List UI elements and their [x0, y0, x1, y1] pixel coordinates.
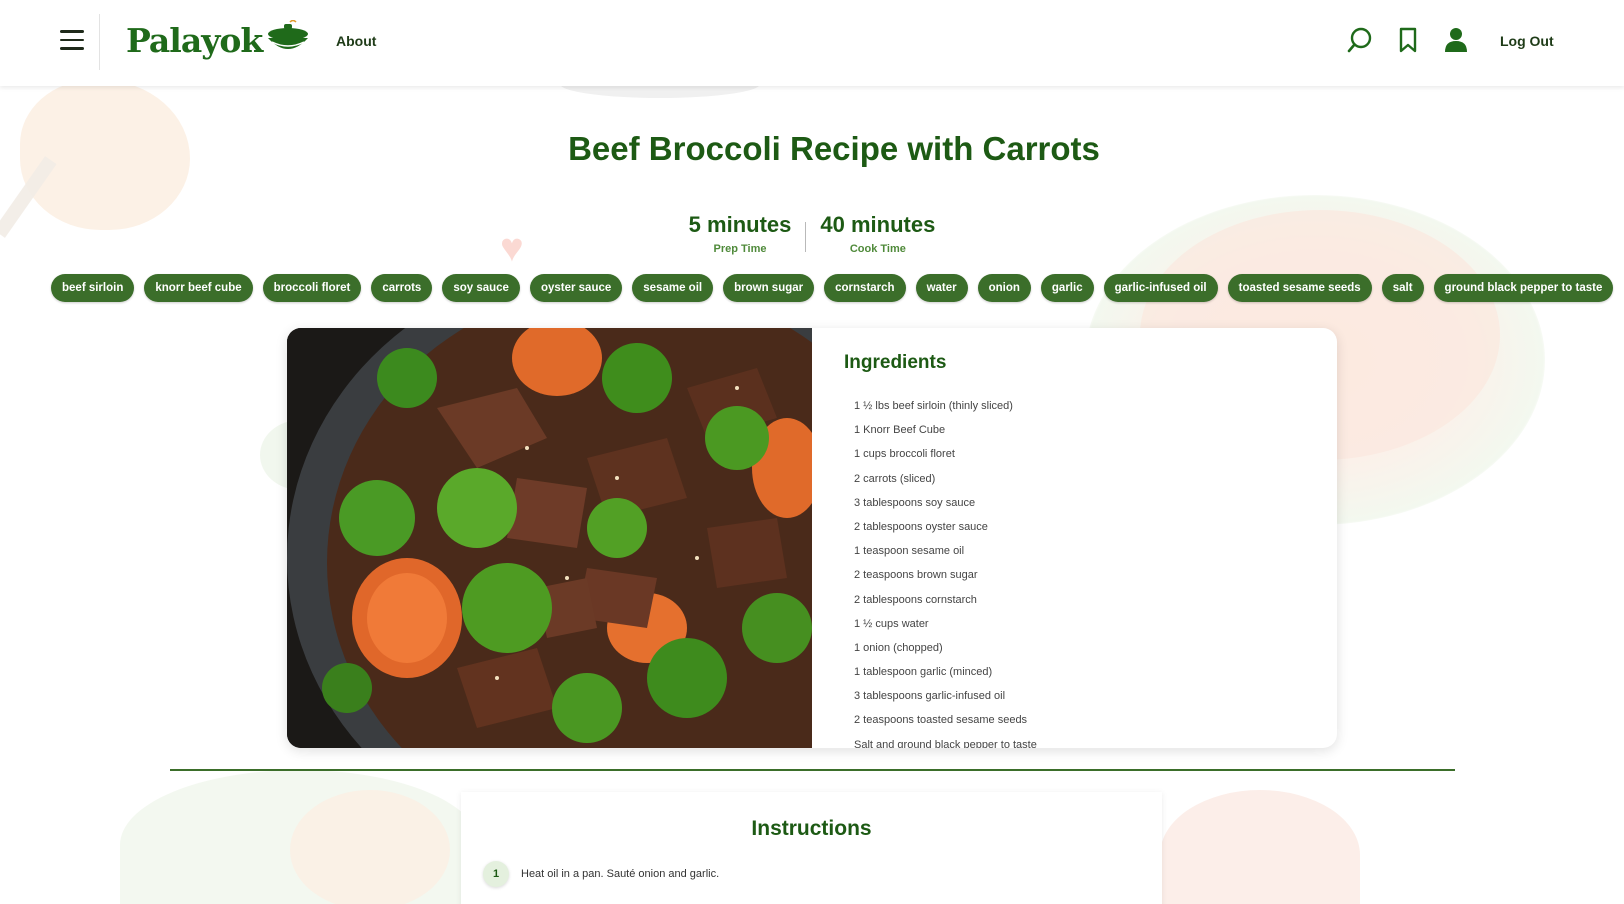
tag-chip[interactable]: sesame oil — [632, 274, 714, 302]
pot-icon — [268, 20, 309, 49]
background-decoration — [1160, 790, 1360, 904]
cook-time: 40 minutes Cook Time — [806, 212, 949, 255]
tag-chip[interactable]: garlic-infused oil — [1103, 274, 1218, 302]
tag-chip[interactable]: oyster sauce — [529, 274, 623, 302]
ingredients-list: 1 ½ lbs beef sirloin (thinly sliced) 1 K… — [844, 394, 1305, 748]
menu-icon[interactable] — [60, 30, 84, 54]
tag-chip[interactable]: carrots — [371, 274, 433, 302]
nav-about-link[interactable]: About — [336, 33, 376, 49]
instructions-title: Instructions — [751, 817, 872, 840]
instruction-step: 1 Heat oil in a pan. Sauté onion and gar… — [483, 861, 1162, 887]
prep-time-value: 5 minutes — [688, 212, 792, 237]
recipe-photo — [287, 328, 812, 748]
tag-chip[interactable]: toasted sesame seeds — [1227, 274, 1372, 302]
header-divider — [99, 14, 100, 70]
ingredient-item: 3 tablespoons soy sauce — [854, 496, 976, 509]
ingredient-item: 1 cups broccoli floret — [854, 448, 955, 461]
step-text: Heat oil in a pan. Sauté onion and garli… — [521, 868, 720, 880]
tag-chip[interactable]: knorr beef cube — [144, 274, 253, 302]
ingredient-tags: beef sirloin knorr beef cube broccoli fl… — [51, 274, 1614, 302]
prep-time-label: Prep Time — [713, 243, 767, 255]
prep-time: 5 minutes Prep Time — [675, 212, 806, 255]
recipe-card: Ingredients 1 ½ lbs beef sirloin (thinly… — [287, 328, 1337, 748]
ingredient-item: 1 tablespoon garlic (minced) — [854, 666, 993, 679]
tag-chip[interactable]: garlic — [1040, 274, 1094, 302]
step-number: 1 — [483, 861, 509, 887]
ingredient-item: 2 teaspoons toasted sesame seeds — [854, 714, 1028, 727]
ingredient-item: 2 tablespoons cornstarch — [854, 593, 977, 606]
ingredients-panel: Ingredients 1 ½ lbs beef sirloin (thinly… — [812, 328, 1337, 748]
cook-time-value: 40 minutes — [820, 212, 936, 237]
site-header: Palayok About Log Out — [0, 0, 1624, 86]
ingredient-item: 2 carrots (sliced) — [854, 472, 936, 485]
ingredient-item: 1 ½ lbs beef sirloin (thinly sliced) — [854, 400, 1013, 412]
recipe-times: 5 minutes Prep Time 40 minutes Cook Time — [0, 212, 1624, 255]
tag-chip[interactable]: beef sirloin — [51, 274, 135, 302]
tag-chip[interactable]: broccoli floret — [262, 274, 362, 302]
ingredient-item: Salt and ground black pepper to taste — [854, 738, 1037, 748]
ingredient-item: 1 Knorr Beef Cube — [854, 424, 946, 437]
instructions-panel: Instructions 1 Heat oil in a pan. Sauté … — [461, 792, 1162, 904]
logo-text: Palayok — [126, 20, 263, 60]
beef-broccoli-image — [287, 328, 812, 748]
ingredients-title: Ingredients — [844, 352, 947, 373]
site-logo[interactable]: Palayok — [126, 16, 312, 64]
section-divider — [170, 769, 1455, 771]
tag-chip[interactable]: brown sugar — [723, 274, 815, 302]
background-decoration — [120, 770, 480, 904]
ingredient-item: 2 teaspoons brown sugar — [854, 569, 978, 582]
background-decoration — [290, 790, 450, 904]
recipe-title: Beef Broccoli Recipe with Carrots — [568, 130, 1100, 167]
user-icon[interactable] — [1442, 26, 1470, 54]
ingredient-item: 1 teaspoon sesame oil — [854, 545, 965, 558]
search-icon[interactable] — [1346, 26, 1374, 54]
ingredient-item: 1 onion (chopped) — [854, 641, 943, 654]
tag-chip[interactable]: soy sauce — [442, 274, 520, 302]
ingredient-item: 1 ½ cups water — [854, 617, 929, 630]
ingredient-item: 2 tablespoons oyster sauce — [854, 520, 988, 533]
tag-chip[interactable]: ground black pepper to taste — [1433, 274, 1614, 302]
bookmark-icon[interactable] — [1394, 26, 1422, 54]
tag-chip[interactable]: water — [915, 274, 968, 302]
tag-chip[interactable]: salt — [1381, 274, 1424, 302]
tag-chip[interactable]: cornstarch — [824, 274, 906, 302]
cook-time-label: Cook Time — [849, 243, 906, 255]
logout-button[interactable]: Log Out — [1500, 33, 1554, 49]
ingredient-item: 3 tablespoons garlic-infused oil — [854, 690, 1006, 703]
tag-chip[interactable]: onion — [977, 274, 1031, 302]
